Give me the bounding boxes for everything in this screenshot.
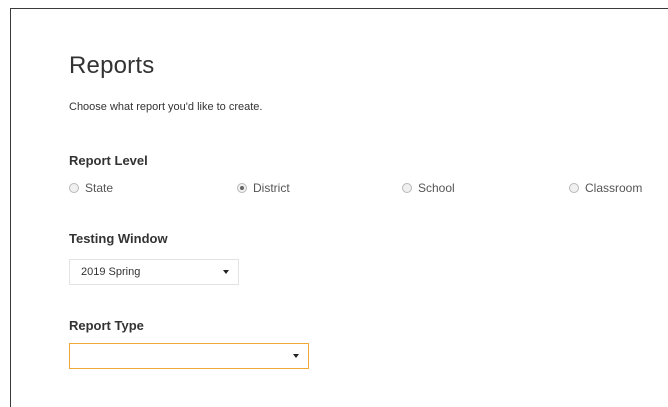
report-type-heading: Report Type (69, 318, 144, 333)
reports-form: Reports Choose what report you'd like to… (69, 9, 668, 407)
radio-option-district[interactable]: District (237, 181, 290, 195)
testing-window-heading: Testing Window (69, 231, 168, 246)
radio-circle-school[interactable] (402, 183, 412, 193)
dropdown-caret-icon (293, 354, 299, 358)
radio-option-classroom[interactable]: Classroom (569, 181, 642, 195)
report-frame: Reports Choose what report you'd like to… (10, 8, 668, 407)
radio-circle-state[interactable] (69, 183, 79, 193)
testing-window-value: 2019 Spring (81, 266, 141, 278)
radio-option-state[interactable]: State (69, 181, 113, 195)
report-level-heading: Report Level (69, 153, 148, 168)
radio-label-classroom: Classroom (585, 181, 643, 195)
radio-label-school: School (418, 181, 455, 195)
radio-circle-classroom[interactable] (569, 183, 579, 193)
dropdown-caret-icon (223, 270, 229, 274)
radio-label-district: District (253, 181, 290, 195)
radio-option-school[interactable]: School (402, 181, 455, 195)
page-title: Reports (69, 52, 155, 79)
radio-circle-district[interactable] (237, 183, 247, 193)
testing-window-select[interactable]: 2019 Spring (69, 259, 239, 285)
page-subtitle: Choose what report you'd like to create. (69, 101, 263, 113)
radio-label-state: State (85, 181, 114, 195)
report-type-select[interactable] (69, 343, 309, 369)
